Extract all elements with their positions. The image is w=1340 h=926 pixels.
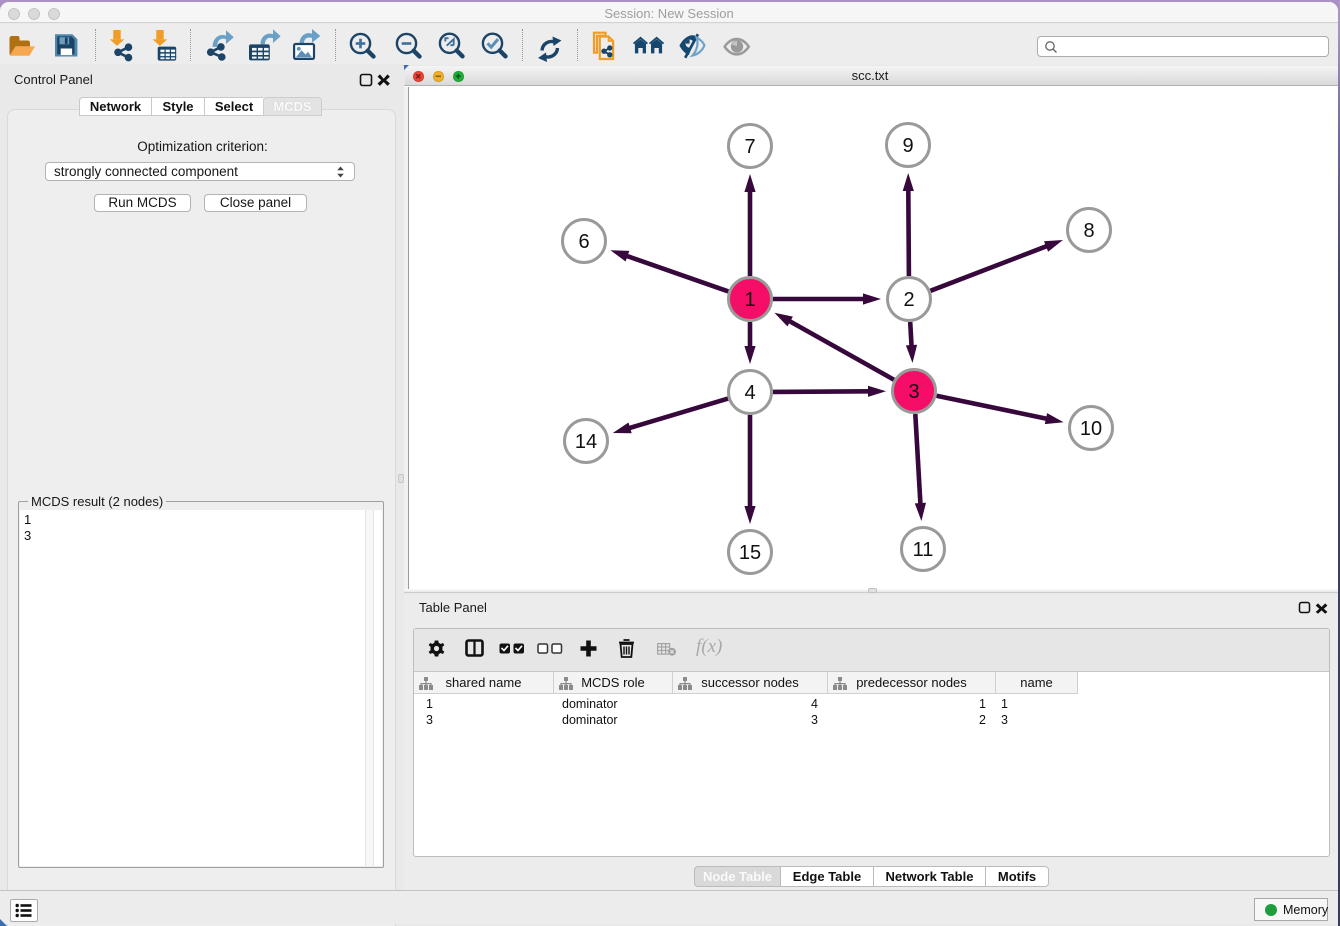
- svg-text:1: 1: [744, 289, 755, 311]
- svg-text:9: 9: [902, 135, 913, 157]
- svg-text:15: 15: [739, 542, 761, 564]
- svg-text:11: 11: [913, 539, 934, 561]
- svg-text:8: 8: [1083, 220, 1094, 242]
- svg-text:14: 14: [575, 431, 597, 453]
- svg-text:2: 2: [903, 289, 914, 311]
- svg-text:4: 4: [744, 382, 755, 404]
- svg-text:6: 6: [578, 231, 589, 253]
- svg-text:3: 3: [908, 381, 919, 403]
- svg-text:7: 7: [744, 136, 755, 158]
- svg-text:10: 10: [1080, 418, 1102, 440]
